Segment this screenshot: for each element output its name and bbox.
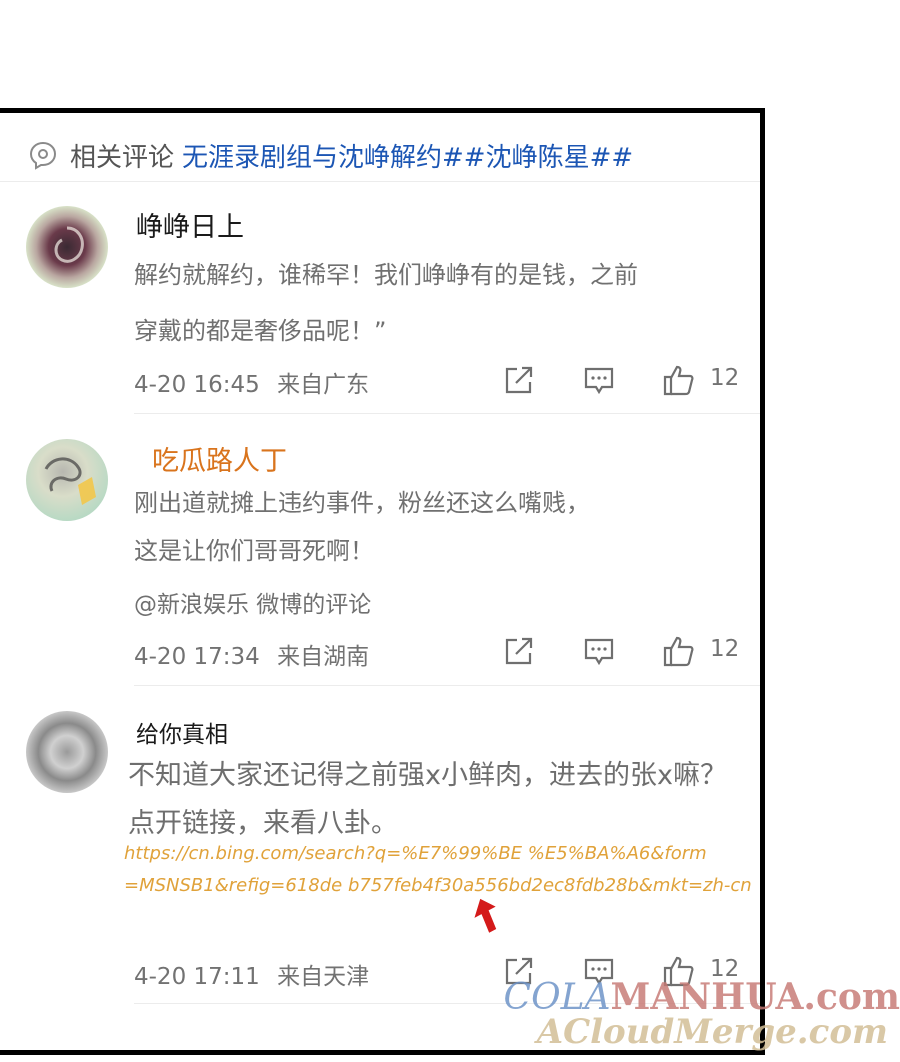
comment-text-line: 这是让你们哥哥死啊！ xyxy=(134,537,374,565)
comment-time: 4-20 16:45 xyxy=(134,372,260,398)
username[interactable]: 峥峥日上 xyxy=(136,205,244,244)
username[interactable]: 吃瓜路人丁 xyxy=(152,439,287,478)
comment-meta: 4-20 16:45 来自广东 xyxy=(134,365,369,399)
comment-time: 4-20 17:11 xyxy=(134,964,260,990)
red-arrow-icon xyxy=(474,898,497,933)
comment-actions: 12 xyxy=(502,363,742,399)
avatar[interactable] xyxy=(26,439,108,521)
comment-text-line: 穿戴的都是奢侈品呢！” xyxy=(134,317,387,345)
thumbs-up-icon[interactable] xyxy=(662,634,696,668)
avatar[interactable] xyxy=(26,711,108,793)
share-icon[interactable] xyxy=(502,363,536,397)
comment-location: 来自广东 xyxy=(277,372,370,398)
comment-location: 来自湖南 xyxy=(277,644,370,670)
like-count: 12 xyxy=(710,636,740,662)
share-icon[interactable] xyxy=(502,634,536,668)
comment-location: 来自天津 xyxy=(277,964,370,990)
reply-icon[interactable] xyxy=(582,634,616,668)
comment-link-line[interactable]: https://cn.bing.com/search?q=%E7%99%BE %… xyxy=(124,843,707,864)
thumbs-up-icon[interactable] xyxy=(662,363,696,397)
related-comments-header: 相关评论 无涯录剧组与沈峥解约##沈峥陈星## xyxy=(28,135,633,175)
header-topic-link[interactable]: 无涯录剧组与沈峥解约##沈峥陈星## xyxy=(182,137,633,174)
header-label: 相关评论 xyxy=(70,142,175,173)
avatar[interactable] xyxy=(26,206,108,288)
like-count: 12 xyxy=(710,365,740,391)
comment-mention[interactable]: @新浪娱乐 微博的评论 xyxy=(134,585,371,619)
comment-text-line: 点开链接，来看八卦。 xyxy=(128,808,398,839)
comment-text-line: 解约就解约，谁稀罕！我们峥峥有的是钱，之前 xyxy=(134,261,638,289)
comment-divider xyxy=(134,413,760,414)
page: 相关评论 无涯录剧组与沈峥解约##沈峥陈星## 峥峥日上 解约就解约，谁稀罕！我… xyxy=(0,0,900,1062)
comment-time: 4-20 17:34 xyxy=(134,644,260,670)
comment-divider xyxy=(134,685,760,686)
header-divider xyxy=(0,181,760,182)
comment-text-line: 刚出道就摊上违约事件，粉丝还这么嘴贱， xyxy=(134,489,590,517)
comment-actions: 12 xyxy=(502,634,742,670)
comments-panel: 相关评论 无涯录剧组与沈峥解约##沈峥陈星## 峥峥日上 解约就解约，谁稀罕！我… xyxy=(0,108,765,1055)
comment-meta: 4-20 17:34 来自湖南 xyxy=(134,637,369,671)
comment-text-line: 不知道大家还记得之前强x小鲜肉，进去的张x嘛？ xyxy=(128,760,727,791)
comment-link-line[interactable]: =MSNSB1&refig=618de b757feb4f30a556bd2ec… xyxy=(124,875,752,896)
comment-meta: 4-20 17:11 来自天津 xyxy=(134,957,369,991)
comment-bubble-icon xyxy=(29,141,57,170)
reply-icon[interactable] xyxy=(582,363,616,397)
watermark-acloudmerge: ACloudMerge.com xyxy=(536,1012,888,1052)
username[interactable]: 给你真相 xyxy=(136,715,228,749)
